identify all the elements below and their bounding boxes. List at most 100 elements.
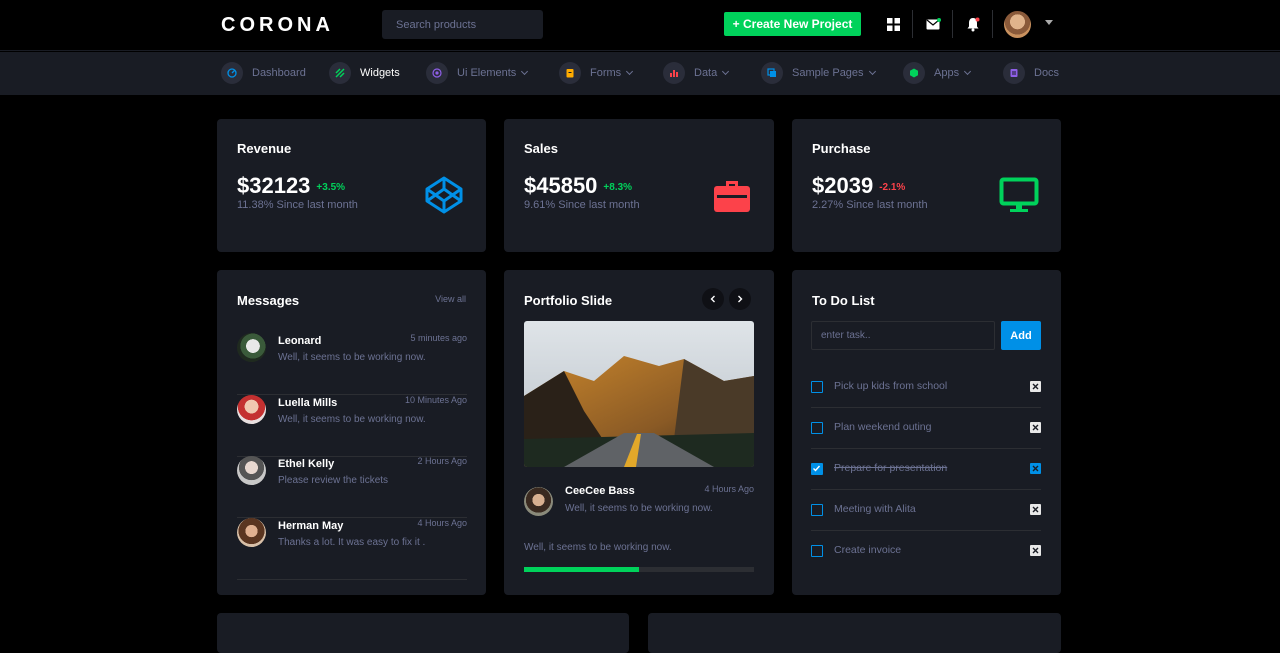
remove-icon[interactable] xyxy=(1030,545,1041,556)
sales-card: Sales $45850 +8.3% 9.61% Since last month xyxy=(504,119,774,252)
todo-checkbox[interactable] xyxy=(811,545,823,557)
chevron-down-icon xyxy=(964,67,972,76)
task-input[interactable] xyxy=(811,321,995,350)
todo-text: Prepare for presentation xyxy=(834,462,948,474)
remove-icon[interactable] xyxy=(1030,463,1041,474)
bell-icon[interactable] xyxy=(962,13,984,35)
message-time: 10 Minutes Ago xyxy=(404,395,467,405)
search-input[interactable] xyxy=(382,10,543,39)
pages-icon xyxy=(761,62,783,84)
add-task-button[interactable]: Add xyxy=(1001,321,1041,350)
stat-value: $45850 +8.3% xyxy=(524,173,633,198)
portfolio-card: Portfolio Slide CeeCee Bass 4 Hours Ago … xyxy=(504,270,774,595)
chevron-down-icon[interactable] xyxy=(1045,20,1053,25)
atom-icon xyxy=(426,62,448,84)
nav-item-docs[interactable]: Docs xyxy=(1003,61,1059,85)
list-item[interactable]: Luella Mills 10 Minutes Ago Well, it see… xyxy=(237,395,467,457)
message-sender: Ethel Kelly xyxy=(278,458,335,470)
progress-bar xyxy=(524,567,754,572)
list-item[interactable]: Ethel Kelly 2 Hours Ago Please review th… xyxy=(237,456,467,518)
message-text: Well, it seems to be working now. xyxy=(278,414,426,425)
todo-text: Create invoice xyxy=(834,544,902,556)
nav-item-dashboard[interactable]: Dashboard xyxy=(221,61,306,85)
nav-label: Widgets xyxy=(360,67,400,79)
message-sender: Luella Mills xyxy=(278,397,338,409)
stat-value: $32123 +3.5% xyxy=(237,173,346,198)
layers-icon xyxy=(329,62,351,84)
clipboard-icon xyxy=(559,62,581,84)
avatar xyxy=(524,487,553,516)
nav-item-data[interactable]: Data xyxy=(663,61,730,85)
chevron-down-icon xyxy=(521,67,529,76)
view-all-link[interactable]: View all xyxy=(435,294,466,304)
avatar[interactable] xyxy=(1004,11,1031,38)
todo-card: To Do List Add Pick up kids from school … xyxy=(792,270,1061,595)
chevron-down-icon xyxy=(722,67,730,76)
remove-icon[interactable] xyxy=(1030,381,1041,392)
create-project-button[interactable]: + Create New Project xyxy=(724,12,861,36)
divider xyxy=(952,10,953,38)
remove-icon[interactable] xyxy=(1030,504,1041,515)
message-sender: Leonard xyxy=(278,335,322,347)
message-sender: Herman May xyxy=(278,520,344,532)
todo-item: Meeting with Alita xyxy=(811,490,1041,531)
todo-checkbox[interactable] xyxy=(811,381,823,393)
caption-text: Well, it seems to be working now. xyxy=(524,542,672,553)
card-title: Messages xyxy=(237,293,300,308)
todo-checkbox-checked[interactable] xyxy=(811,463,823,475)
remove-icon[interactable] xyxy=(1030,422,1041,433)
top-bar: CORONA + Create New Project xyxy=(0,0,1280,51)
message-text: Well, it seems to be working now. xyxy=(278,352,426,363)
message-time: 2 Hours Ago xyxy=(417,456,467,466)
chevron-right-icon xyxy=(738,295,743,303)
mail-icon[interactable] xyxy=(922,13,944,35)
apps-icon xyxy=(903,62,925,84)
nav-item-sample-pages[interactable]: Sample Pages xyxy=(761,61,876,85)
card-title: Purchase xyxy=(812,141,871,156)
stat-subtitle: 11.38% Since last month xyxy=(237,199,358,211)
post-time: 4 Hours Ago xyxy=(704,484,754,494)
todo-item: Create invoice xyxy=(811,531,1041,572)
card-title: Sales xyxy=(524,141,558,156)
todo-item: Plan weekend outing xyxy=(811,408,1041,449)
speedometer-icon xyxy=(221,62,243,84)
prev-slide-button[interactable] xyxy=(702,288,724,310)
nav-label: Sample Pages xyxy=(792,67,864,79)
avatar xyxy=(237,333,266,362)
list-item[interactable]: Leonard 5 minutes ago Well, it seems to … xyxy=(237,333,467,395)
nav-label: Forms xyxy=(590,67,622,79)
grid-icon[interactable] xyxy=(882,13,904,35)
stat-delta: +3.5% xyxy=(316,182,346,193)
briefcase-icon xyxy=(714,181,750,212)
monitor-icon xyxy=(999,177,1039,212)
codepen-icon xyxy=(425,176,463,214)
todo-text: Plan weekend outing xyxy=(834,421,932,433)
todo-item: Prepare for presentation xyxy=(811,449,1041,490)
stat-value: $2039 -2.1% xyxy=(812,173,906,198)
todo-checkbox[interactable] xyxy=(811,504,823,516)
next-slide-button[interactable] xyxy=(729,288,751,310)
nav-label: Apps xyxy=(934,67,960,79)
docs-icon xyxy=(1003,62,1025,84)
nav-label: Ui Elements xyxy=(457,67,517,79)
todo-text: Pick up kids from school xyxy=(834,380,948,392)
nav-item-apps[interactable]: Apps xyxy=(903,61,972,85)
nav-item-forms[interactable]: Forms xyxy=(559,61,634,85)
nav-bar: Dashboard Widgets Ui Elements Forms Data… xyxy=(0,52,1280,95)
list-item[interactable]: Herman May 4 Hours Ago Thanks a lot. It … xyxy=(237,518,467,580)
todo-checkbox[interactable] xyxy=(811,422,823,434)
bottom-card-left xyxy=(217,613,629,653)
mountain-road-image xyxy=(524,321,754,467)
message-text: Please review the tickets xyxy=(278,475,389,486)
portfolio-image[interactable] xyxy=(524,321,754,467)
logo[interactable]: CORONA xyxy=(221,14,334,37)
avatar xyxy=(237,518,266,547)
message-time: 5 minutes ago xyxy=(410,333,467,343)
messages-card: Messages View all Leonard 5 minutes ago … xyxy=(217,270,486,595)
todo-item: Pick up kids from school xyxy=(811,367,1041,408)
stat-subtitle: 9.61% Since last month xyxy=(524,199,640,211)
nav-label: Data xyxy=(694,67,718,79)
nav-item-widgets[interactable]: Widgets xyxy=(329,61,400,85)
nav-item-ui-elements[interactable]: Ui Elements xyxy=(426,61,529,85)
todo-text: Meeting with Alita xyxy=(834,503,916,515)
